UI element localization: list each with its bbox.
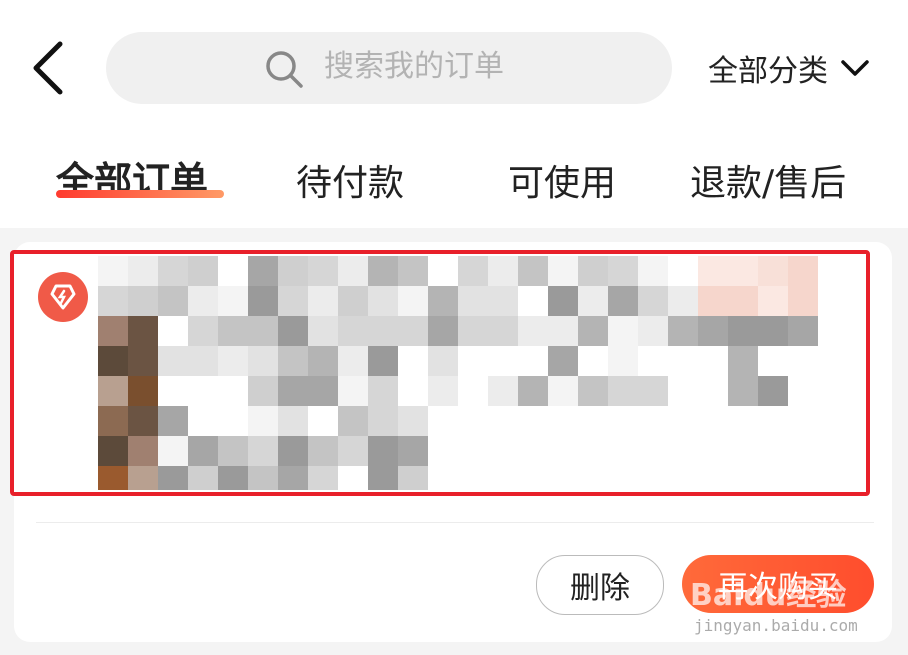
search-placeholder: 搜索我的订单 <box>324 49 504 84</box>
back-button[interactable] <box>22 38 74 98</box>
tab-refund-aftersale[interactable]: 退款/售后 <box>690 154 846 206</box>
card-divider <box>36 522 874 523</box>
category-dropdown[interactable]: 全部分类 <box>708 46 870 90</box>
chevron-left-icon <box>33 41 63 95</box>
order-tabs: 全部订单 待付款 可使用 退款/售后 <box>0 148 908 208</box>
highlight-box <box>10 250 870 496</box>
active-tab-underline <box>56 190 224 198</box>
search-bar[interactable]: 搜索我的订单 <box>106 32 672 104</box>
tab-pending-payment[interactable]: 待付款 <box>296 154 404 206</box>
search-icon <box>266 51 303 88</box>
delete-button[interactable]: 删除 <box>536 555 664 615</box>
tab-usable[interactable]: 可使用 <box>508 154 616 206</box>
category-label: 全部分类 <box>708 54 828 89</box>
rebuy-button[interactable]: 再次购买 <box>682 555 874 613</box>
chevron-down-icon <box>841 60 869 76</box>
